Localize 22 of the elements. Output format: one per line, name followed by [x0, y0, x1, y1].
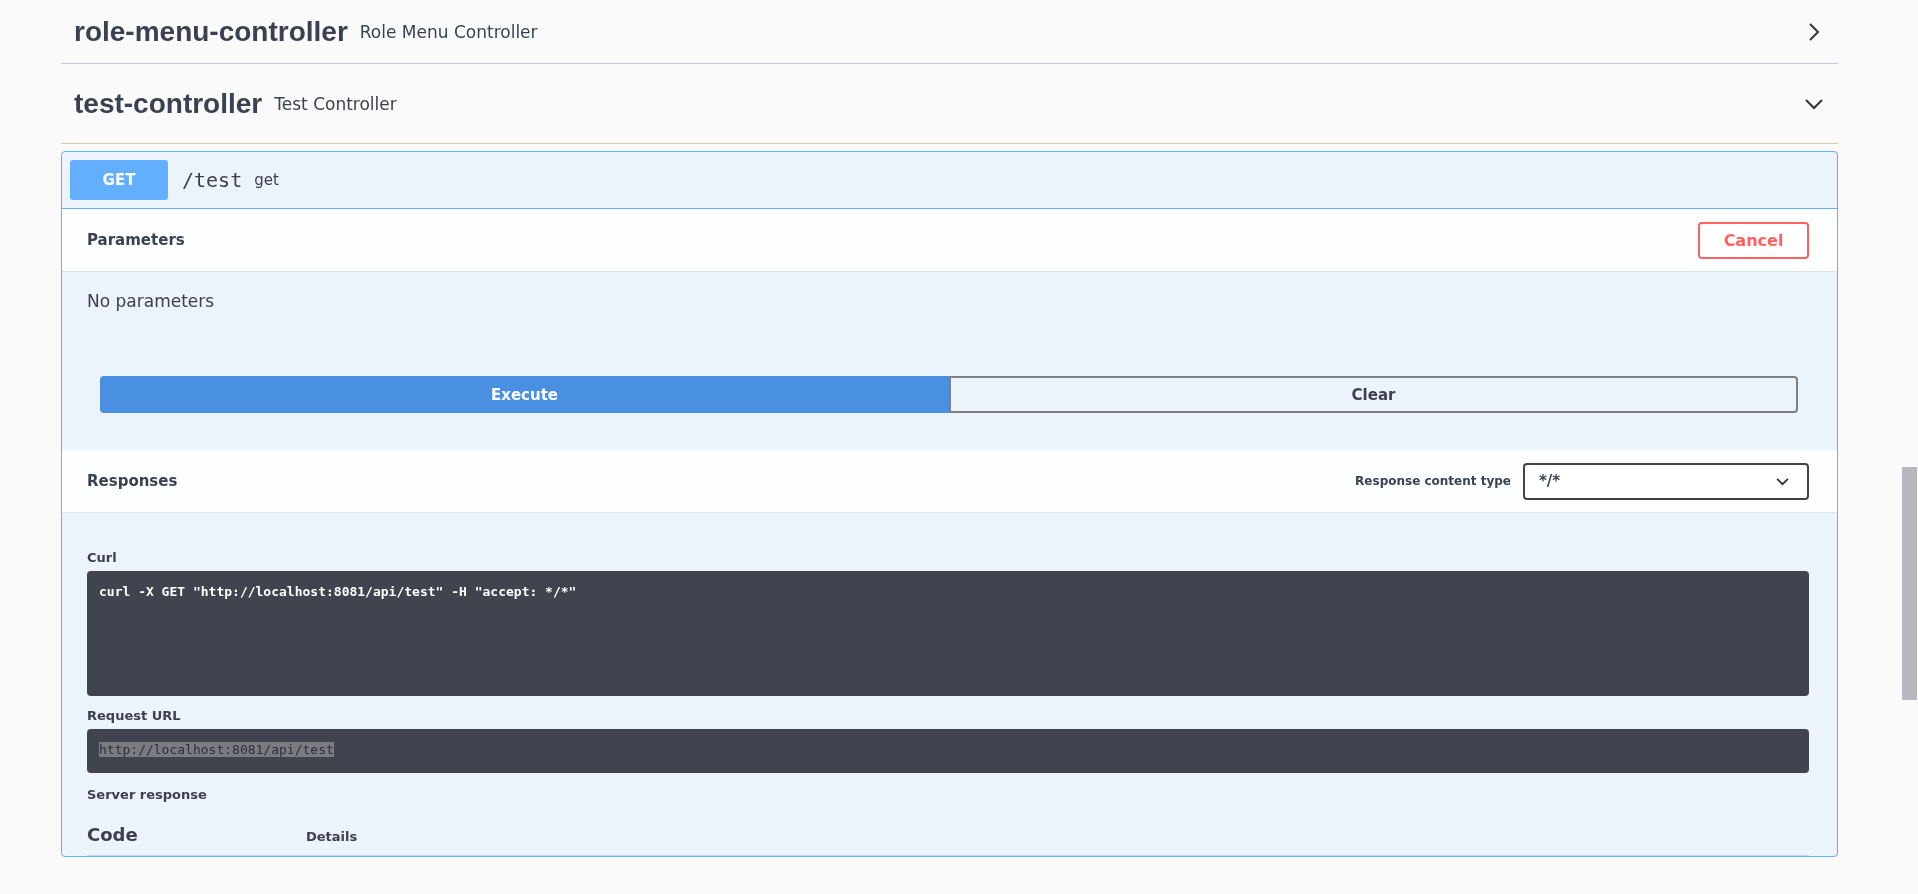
- content-type-select[interactable]: */*: [1523, 462, 1809, 500]
- column-header: Details: [306, 829, 358, 844]
- chevron-down-icon: [1776, 476, 1789, 486]
- section-title: Responses: [87, 472, 178, 490]
- operation-path: /test: [182, 168, 243, 192]
- scrollbar-thumb[interactable]: [1902, 467, 1917, 700]
- controller-name[interactable]: test-controller: [74, 87, 263, 120]
- controller-description: Role Menu Controller: [359, 21, 538, 42]
- column-header: Code: [87, 824, 139, 845]
- field-label: Response content type: [1355, 474, 1511, 488]
- empty-message: No parameters: [87, 291, 215, 311]
- request-url-text: http://localhost:8081/api/test: [99, 742, 334, 757]
- field-label: Server response: [87, 787, 207, 802]
- controller-name[interactable]: role-menu-controller: [74, 15, 348, 48]
- method-badge: GET: [70, 160, 168, 200]
- field-label: Curl: [87, 550, 117, 565]
- controller-description: Test Controller: [274, 93, 397, 114]
- curl-code-block: curl -X GET "http://localhost:8081/api/test" -H "accept: */*": [87, 571, 1809, 696]
- operation-summary-text: get: [254, 171, 279, 189]
- clear-button[interactable]: Clear: [949, 376, 1798, 413]
- section-title: Parameters: [87, 231, 185, 249]
- field-label: Request URL: [87, 708, 181, 723]
